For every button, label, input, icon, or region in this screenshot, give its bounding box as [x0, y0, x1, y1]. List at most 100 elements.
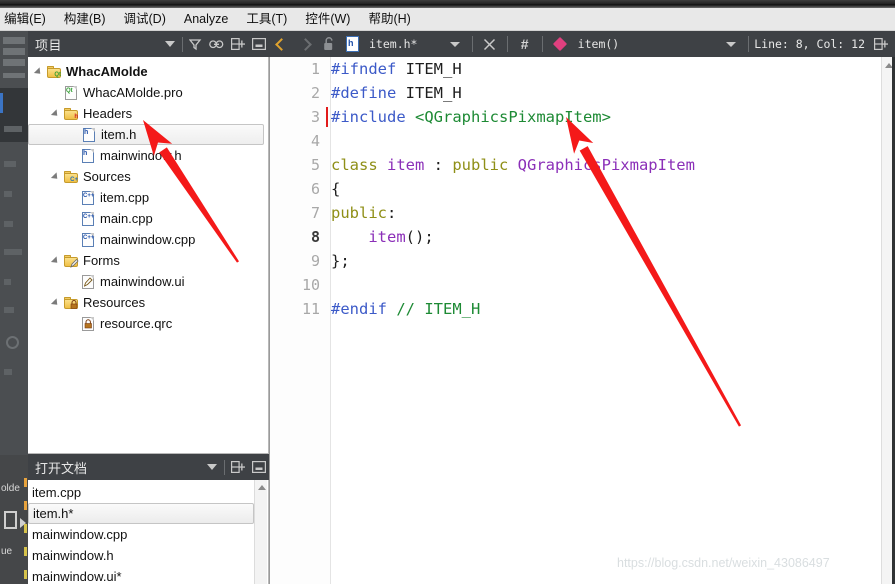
tree-item-mainwindow-cpp[interactable]: C++ mainwindow.cpp	[28, 229, 268, 250]
code-token: ITEM_H	[405, 84, 462, 102]
chevron-down-icon[interactable]	[443, 31, 467, 57]
code-line[interactable]: public:	[331, 201, 881, 225]
code-line[interactable]	[331, 129, 881, 153]
unlock-icon[interactable]	[317, 31, 341, 57]
tree-item-main-cpp[interactable]: C++ main.cpp	[28, 208, 268, 229]
code-token: #endif	[331, 300, 397, 318]
split-icon[interactable]	[869, 31, 893, 57]
menu-debug[interactable]: 调试(D)	[115, 9, 175, 29]
scroll-up-icon[interactable]	[258, 485, 266, 490]
split-icon[interactable]	[227, 454, 248, 480]
line-number-gutter: 1 2 3 4 5 6 7 8 9 10 11	[270, 57, 343, 584]
chevron-down-icon[interactable]	[719, 31, 743, 57]
document-item-label: mainwindow.ui*	[32, 569, 122, 584]
tree-item-headers[interactable]: h Headers	[28, 103, 268, 124]
code-line[interactable]: #define ITEM_H	[331, 81, 881, 105]
file-qrc-icon	[79, 316, 97, 331]
strip-row-4	[3, 73, 25, 78]
chevron-down-icon[interactable]	[159, 31, 180, 57]
strip-marker-1	[24, 478, 27, 487]
chevron-left-icon[interactable]	[269, 31, 293, 57]
code-text-area[interactable]: #ifndef ITEM_H #define ITEM_H #include <QG…	[331, 57, 881, 584]
split-icon[interactable]	[227, 31, 248, 57]
tree-item-label: Sources	[83, 169, 131, 184]
line-number: 11	[301, 300, 320, 318]
strip-active-item[interactable]	[0, 88, 28, 142]
mode-selector-strip[interactable]: olde ue	[0, 31, 28, 584]
divider	[471, 36, 473, 52]
tree-item-label: WhacAMolde.pro	[83, 85, 183, 100]
code-token: {	[331, 180, 341, 198]
file-pro-icon: Qt	[62, 85, 80, 100]
strip-dim-6	[4, 279, 11, 285]
link-icon[interactable]	[206, 31, 227, 57]
editor-toolbar: h item.h* # item() Line: 8, Col: 12	[269, 31, 895, 57]
editor-symbol[interactable]: item()	[578, 37, 620, 51]
menu-bar: ) 编辑(E) 构建(B) 调试(D) Analyze 工具(T) 控件(W) …	[0, 8, 895, 31]
strip-row-3	[3, 59, 25, 66]
open-documents-list[interactable]: item.cpp item.h* mainwindow.cpp mainwindow.…	[28, 480, 268, 584]
code-token: :	[424, 156, 453, 174]
folder-qrc-icon	[62, 296, 80, 309]
svg-text:h: h	[348, 38, 354, 48]
document-item[interactable]: mainwindow.ui*	[28, 566, 268, 584]
tree-item-forms[interactable]: Forms	[28, 250, 268, 271]
expand-arrow-icon[interactable]	[32, 66, 45, 77]
strip-marker-4	[24, 547, 27, 556]
menu-tools[interactable]: 工具(T)	[237, 9, 296, 29]
line-number: 9	[310, 252, 320, 270]
tree-item-item-cpp[interactable]: C++ item.cpp	[28, 187, 268, 208]
code-token: <QGraphicsPixmapItem>	[415, 108, 611, 126]
tree-item-item-h[interactable]: h item.h	[28, 124, 264, 145]
line-number: 6	[310, 180, 320, 198]
filter-icon[interactable]	[185, 31, 206, 57]
hash-icon[interactable]: #	[513, 31, 537, 57]
qt-creator-window: ) 编辑(E) 构建(B) 调试(D) Analyze 工具(T) 控件(W) …	[0, 0, 895, 584]
menu-build[interactable]: 构建(B)	[55, 9, 115, 29]
tree-item-resource-qrc[interactable]: resource.qrc	[28, 313, 268, 334]
code-line[interactable]: {	[331, 177, 881, 201]
menu-window[interactable]: 控件(W)	[296, 9, 359, 29]
code-line[interactable]: item();	[331, 225, 881, 249]
menu-edit[interactable]: 编辑(E)	[0, 9, 55, 29]
tree-item-whacamolde[interactable]: Qt WhacAMolde	[28, 61, 268, 82]
menu-analyze[interactable]: Analyze	[175, 9, 237, 29]
editor-filename[interactable]: item.h*	[369, 37, 417, 51]
close-icon[interactable]	[478, 31, 502, 57]
close-icon[interactable]	[248, 31, 269, 57]
tree-item-label: main.cpp	[100, 211, 153, 226]
tree-item-whacamolde-pro[interactable]: Qt WhacAMolde.pro	[28, 82, 268, 103]
document-item[interactable]: item.cpp	[28, 482, 268, 503]
menu-help[interactable]: 帮助(H)	[359, 9, 419, 29]
open-documents-scrollbar[interactable]	[254, 480, 267, 584]
expand-arrow-icon[interactable]	[49, 108, 62, 119]
chevron-down-icon[interactable]	[201, 454, 222, 480]
tree-item-resources[interactable]: Resources	[28, 292, 268, 313]
tree-item-mainwindow-h[interactable]: h mainwindow.h	[28, 145, 268, 166]
document-item[interactable]: item.h*	[28, 503, 254, 524]
code-line[interactable]: class item : public QGraphicsPixmapItem	[331, 153, 881, 177]
chevron-right-icon[interactable]	[293, 31, 317, 57]
document-item[interactable]: mainwindow.cpp	[28, 524, 268, 545]
tree-item-sources[interactable]: C+ Sources	[28, 166, 268, 187]
code-line[interactable]	[331, 273, 881, 297]
document-item[interactable]: mainwindow.h	[28, 545, 268, 566]
tree-item-label: Forms	[83, 253, 120, 268]
expand-arrow-icon[interactable]	[49, 297, 62, 308]
code-token: class	[331, 156, 387, 174]
code-line[interactable]: #include <QGraphicsPixmapItem>	[331, 105, 881, 129]
tree-item-mainwindow-ui[interactable]: mainwindow.ui	[28, 271, 268, 292]
folder-cpp-icon: C+	[62, 170, 80, 183]
strip-row-1	[3, 37, 25, 44]
code-editor[interactable]: 1 2 3 4 5 6 7 8 9 10 11 #ifndef ITEM_H #define ITEM…	[269, 57, 895, 584]
expand-arrow-icon[interactable]	[49, 255, 62, 266]
expand-arrow-icon[interactable]	[49, 171, 62, 182]
code-line[interactable]: #endif // ITEM_H	[331, 297, 881, 321]
code-line[interactable]: };	[331, 249, 881, 273]
line-col-indicator[interactable]: Line: 8, Col: 12	[754, 37, 865, 51]
code-line[interactable]: #ifndef ITEM_H	[331, 57, 881, 81]
close-icon[interactable]	[248, 454, 269, 480]
project-tree[interactable]: Qt WhacAMolde Qt WhacAMolde.pro h Headers h ite…	[28, 57, 268, 453]
strip-dim-4	[4, 221, 13, 227]
diamond-icon	[548, 31, 572, 57]
